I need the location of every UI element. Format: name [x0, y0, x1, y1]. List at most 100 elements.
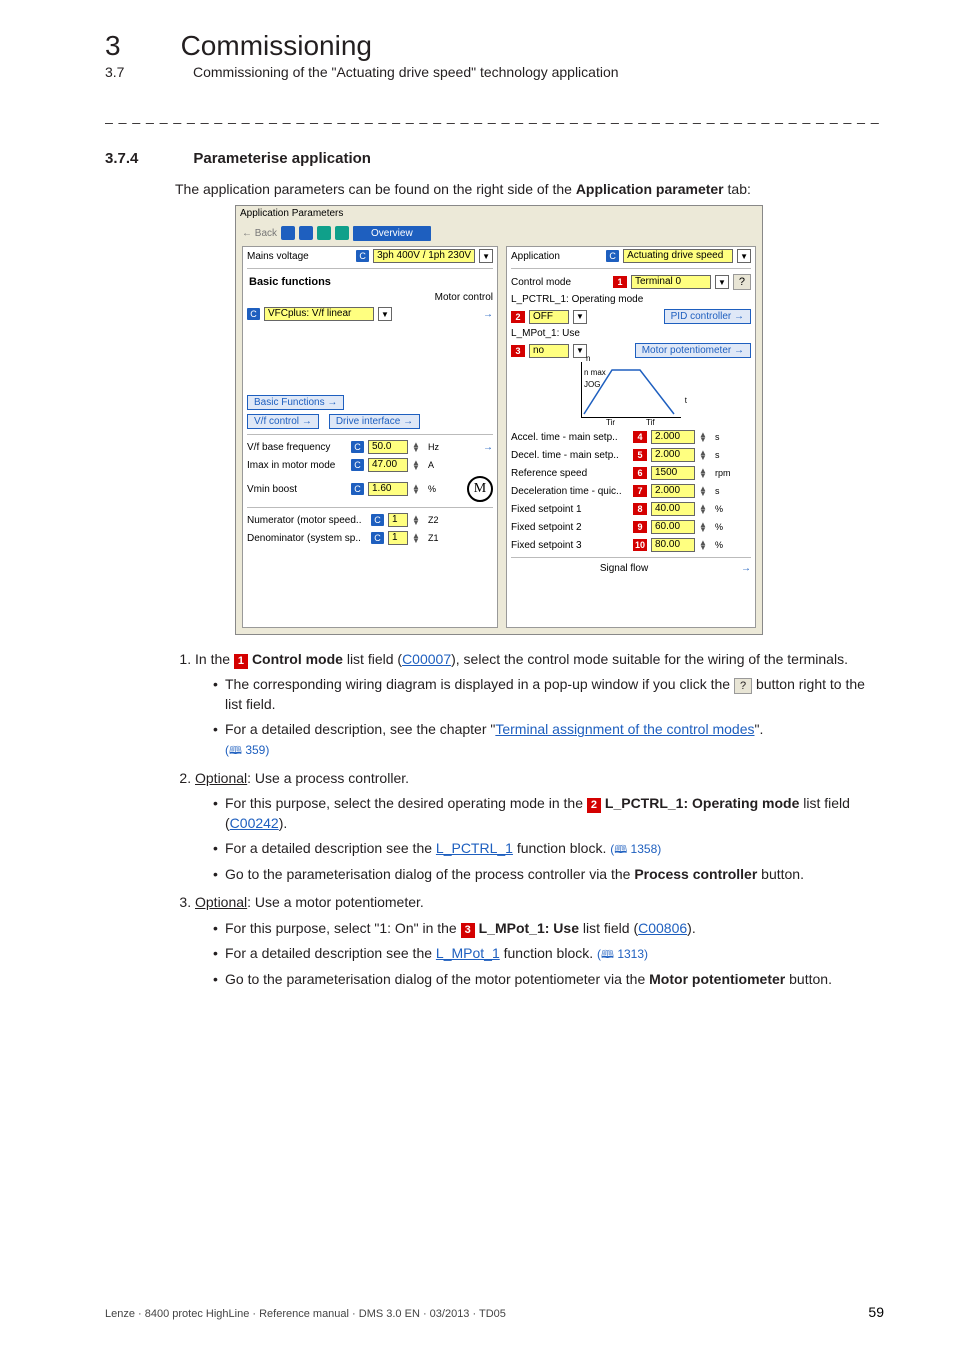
toolbar: ← Back Overview — [242, 224, 756, 242]
c-badge-icon[interactable]: C — [371, 532, 384, 544]
spinner-icon[interactable]: ▲▼ — [699, 522, 709, 532]
back-button[interactable]: ← Back — [242, 228, 277, 239]
application-label: Application — [511, 251, 560, 262]
spinner-icon[interactable]: ▲▼ — [699, 540, 709, 550]
spinner-icon[interactable]: ▲▼ — [412, 460, 422, 470]
vf-base-freq-label: V/f base frequency — [247, 442, 347, 453]
vmin-label: Vmin boost — [247, 484, 347, 495]
help-button[interactable]: ? — [733, 274, 751, 290]
application-select[interactable]: Actuating drive speed — [623, 249, 733, 263]
page-xref[interactable]: (🕮 359) — [225, 743, 269, 757]
spinner-icon[interactable]: ▲▼ — [412, 484, 422, 494]
nav-icon-3[interactable] — [317, 226, 331, 240]
c-badge-icon[interactable]: C — [606, 250, 619, 262]
arrow-icon[interactable]: → — [741, 563, 751, 574]
motor-control-label: Motor control — [435, 292, 493, 303]
vf-base-freq-input[interactable]: 50.0 — [368, 440, 408, 454]
param-label: Decel. time - main setp.. — [511, 450, 629, 461]
pid-controller-button[interactable]: PID controller → — [664, 309, 751, 324]
param-row: Fixed setpoint 2960.00▲▼% — [507, 518, 755, 536]
overview-button[interactable]: Overview — [353, 226, 431, 241]
spinner-icon[interactable]: ▲▼ — [699, 468, 709, 478]
basic-functions-button[interactable]: Basic Functions → — [247, 395, 344, 410]
dropdown-icon[interactable]: ▼ — [715, 275, 729, 289]
c-badge-icon[interactable]: C — [371, 514, 384, 526]
spinner-icon[interactable]: ▲▼ — [412, 533, 422, 543]
control-mode-select[interactable]: Terminal 0 — [631, 275, 711, 289]
help-button-ref: ? — [734, 678, 752, 694]
mains-voltage-label: Mains voltage — [247, 251, 309, 262]
motor-pot-button[interactable]: Motor potentiometer → — [635, 343, 751, 358]
signal-flow-label: Signal flow — [600, 563, 648, 574]
nav-icon-4[interactable] — [335, 226, 349, 240]
lmpot-select[interactable]: no — [529, 344, 569, 358]
arrow-icon[interactable]: → — [483, 442, 493, 453]
imax-label: Imax in motor mode — [247, 460, 347, 471]
spinner-icon[interactable]: ▲▼ — [412, 442, 422, 452]
nav-icon-2[interactable] — [299, 226, 313, 240]
param-row: Fixed setpoint 31080.00▲▼% — [507, 536, 755, 554]
callout-6: 6 — [633, 467, 647, 479]
spinner-icon[interactable]: ▲▼ — [699, 450, 709, 460]
spinner-icon[interactable]: ▲▼ — [699, 504, 709, 514]
left-pane: Mains voltage C 3ph 400V / 1ph 230V ▼ Ba… — [242, 246, 498, 628]
spinner-icon[interactable]: ▲▼ — [699, 486, 709, 496]
link-lpctrl1[interactable]: L_PCTRL_1 — [436, 840, 513, 856]
imax-input[interactable]: 47.00 — [368, 458, 408, 472]
param-row: Deceleration time - quic..72.000▲▼s — [507, 482, 755, 500]
c-badge-icon[interactable]: C — [356, 250, 369, 262]
link-c00806[interactable]: C00806 — [638, 920, 687, 936]
param-input[interactable]: 2.000 — [651, 448, 695, 462]
drive-interface-button[interactable]: Drive interface → — [329, 414, 420, 429]
link-c00007[interactable]: C00007 — [402, 651, 451, 667]
vmin-input[interactable]: 1.60 — [368, 482, 408, 496]
subsection-number: 3.7.4 — [105, 150, 138, 167]
param-input[interactable]: 80.00 — [651, 538, 695, 552]
spinner-icon[interactable]: ▲▼ — [699, 432, 709, 442]
link-lmpot1[interactable]: L_MPot_1 — [436, 945, 500, 961]
spinner-icon[interactable]: ▲▼ — [412, 515, 422, 525]
param-input[interactable]: 1500 — [651, 466, 695, 480]
link-terminal-assignment[interactable]: Terminal assignment of the control modes — [495, 721, 754, 737]
vf-control-button[interactable]: V/f control → — [247, 414, 319, 429]
lpctrl-label: L_PCTRL_1: Operating mode — [511, 294, 643, 305]
nav-icon-1[interactable] — [281, 226, 295, 240]
c-badge-icon[interactable]: C — [351, 483, 364, 495]
step-2: Optional: Use a process controller. For … — [195, 768, 884, 885]
param-label: Fixed setpoint 1 — [511, 504, 629, 515]
dropdown-icon[interactable]: ▼ — [737, 249, 751, 263]
c-badge-icon[interactable]: C — [247, 308, 260, 320]
c-badge-icon[interactable]: C — [351, 441, 364, 453]
dropdown-icon[interactable]: ▼ — [573, 310, 587, 324]
param-input[interactable]: 40.00 — [651, 502, 695, 516]
param-label: Fixed setpoint 3 — [511, 540, 629, 551]
page-xref[interactable]: (🕮 1358) — [610, 842, 661, 856]
param-input[interactable]: 2.000 — [651, 430, 695, 444]
tab-app-params[interactable]: Application Parameters — [240, 208, 343, 219]
callout-10: 10 — [633, 539, 647, 551]
param-label: Reference speed — [511, 468, 629, 479]
arrow-icon[interactable]: → — [483, 309, 493, 320]
page-xref[interactable]: (🕮 1313) — [597, 947, 648, 961]
param-label: Accel. time - main setp.. — [511, 432, 629, 443]
dropdown-icon[interactable]: ▼ — [378, 307, 392, 321]
numerator-input[interactable]: 1 — [388, 513, 408, 527]
section-number: 3.7 — [105, 64, 133, 80]
step-3: Optional: Use a motor potentiometer. For… — [195, 892, 884, 989]
link-c00242[interactable]: C00242 — [230, 815, 279, 831]
page-header: 3 Commissioning 3.7 Commissioning of the… — [105, 30, 884, 124]
param-row: Fixed setpoint 1840.00▲▼% — [507, 500, 755, 518]
c-badge-icon[interactable]: C — [351, 459, 364, 471]
control-mode-label: Control mode — [511, 277, 571, 288]
dropdown-icon[interactable]: ▼ — [573, 344, 587, 358]
callout-1: 1 — [234, 654, 248, 669]
param-input[interactable]: 60.00 — [651, 520, 695, 534]
param-label: Deceleration time - quic.. — [511, 486, 629, 497]
dropdown-icon[interactable]: ▼ — [479, 249, 493, 263]
mains-voltage-select[interactable]: 3ph 400V / 1ph 230V — [373, 249, 475, 263]
lpctrl-select[interactable]: OFF — [529, 310, 569, 324]
step-2-sub-1: For this purpose, select the desired ope… — [213, 794, 884, 833]
motor-control-select[interactable]: VFCplus: V/f linear — [264, 307, 374, 321]
param-input[interactable]: 2.000 — [651, 484, 695, 498]
denominator-input[interactable]: 1 — [388, 531, 408, 545]
